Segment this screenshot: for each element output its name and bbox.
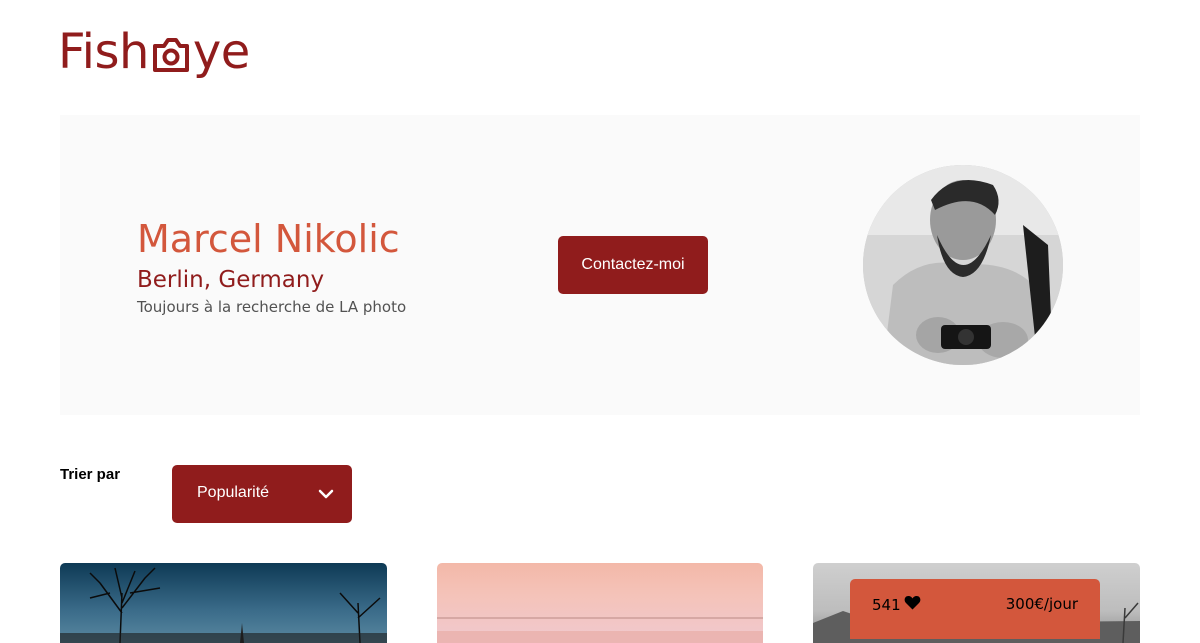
sort-selected-value: Popularité [197,484,270,501]
logo-link[interactable]: Fish ye [58,24,250,80]
total-likes: 541 [872,595,921,614]
sort-label: Trier par [60,466,121,483]
photographer-tagline: Toujours à la recherche de LA photo [137,298,407,316]
media-card-1[interactable] [60,563,387,643]
photographer-stats: 541 300€/jour [850,579,1100,639]
heart-icon [904,595,921,614]
media-card-2[interactable] [437,563,763,643]
contact-button[interactable]: Contactez-moi [558,236,708,294]
daily-price: 300€/jour [1005,595,1078,613]
logo-text-end: ye [192,24,250,80]
photographer-header: Marcel Nikolic Berlin, Germany Toujours … [60,115,1140,415]
photographer-location: Berlin, Germany [137,267,325,293]
logo-text-start: Fish [58,24,149,80]
camera-icon [150,32,192,74]
chevron-down-icon [318,487,334,501]
photographer-name: Marcel Nikolic [137,217,400,261]
photographer-portrait [863,165,1063,365]
total-likes-count: 541 [872,595,901,614]
sort-dropdown[interactable]: Popularité [172,465,352,523]
